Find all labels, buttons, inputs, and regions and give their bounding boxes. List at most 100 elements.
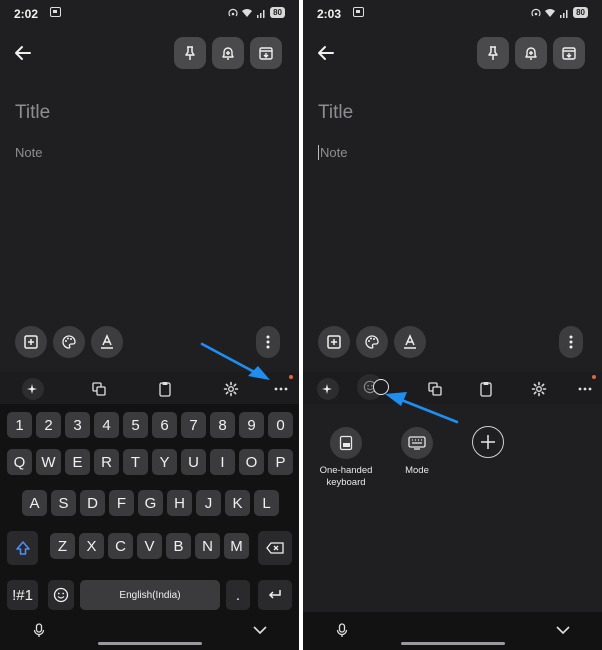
- number-key[interactable]: 6: [152, 412, 177, 438]
- reminder-button[interactable]: [515, 37, 547, 69]
- enter-key[interactable]: [258, 580, 292, 610]
- one-handed-keyboard-label: One-handed keyboard: [319, 465, 373, 488]
- number-key[interactable]: 8: [210, 412, 235, 438]
- clipboard-icon: [159, 382, 171, 397]
- letter-key[interactable]: D: [80, 490, 105, 516]
- notification-dot: [592, 375, 596, 379]
- number-key[interactable]: 9: [239, 412, 264, 438]
- text-format-button[interactable]: [394, 326, 426, 358]
- letter-key[interactable]: P: [268, 449, 293, 475]
- symbols-key[interactable]: !#1: [7, 580, 38, 610]
- letter-key[interactable]: I: [210, 449, 235, 475]
- chevron-down-icon[interactable]: [556, 626, 570, 635]
- navigation-bar: [303, 612, 602, 650]
- period-key[interactable]: .: [226, 580, 250, 610]
- number-key[interactable]: 1: [7, 412, 32, 438]
- settings-button[interactable]: [528, 378, 550, 400]
- shift-icon: [15, 541, 30, 555]
- letter-key[interactable]: Z: [50, 533, 75, 559]
- bell-plus-icon: [222, 47, 234, 60]
- battery-indicator: 80: [270, 7, 285, 18]
- screen-left: 2:02 80 Title Note !#1 English(India) . …: [0, 0, 299, 650]
- translate-icon: [92, 382, 106, 396]
- text-cursor: [318, 145, 319, 160]
- ai-sparkle-button[interactable]: [317, 378, 339, 400]
- number-key[interactable]: 2: [36, 412, 61, 438]
- add-box-button[interactable]: [318, 326, 350, 358]
- letter-key[interactable]: Y: [152, 449, 177, 475]
- letter-key[interactable]: R: [94, 449, 119, 475]
- note-field-container[interactable]: Note: [318, 145, 347, 160]
- one-handed-keyboard-icon: [330, 427, 362, 459]
- title-field[interactable]: Title: [318, 102, 353, 124]
- status-bar: 2:02 80: [0, 0, 299, 28]
- backspace-key[interactable]: [258, 531, 292, 565]
- letter-key[interactable]: L: [254, 490, 279, 516]
- battery-indicator: 80: [573, 7, 588, 18]
- letter-key[interactable]: X: [79, 533, 104, 559]
- microphone-icon[interactable]: [33, 623, 45, 638]
- letter-key[interactable]: B: [166, 533, 191, 559]
- letter-key[interactable]: T: [123, 449, 148, 475]
- letter-key[interactable]: F: [109, 490, 134, 516]
- text-format-button[interactable]: [91, 326, 123, 358]
- letter-key[interactable]: E: [65, 449, 90, 475]
- number-key[interactable]: 0: [268, 412, 293, 438]
- number-key[interactable]: 7: [181, 412, 206, 438]
- back-arrow-icon[interactable]: [12, 42, 34, 64]
- toolbar-more-button[interactable]: [270, 378, 292, 400]
- hotspot-icon: [228, 8, 238, 16]
- clipboard-button[interactable]: [475, 378, 497, 400]
- letter-key[interactable]: U: [181, 449, 206, 475]
- letter-key[interactable]: C: [108, 533, 133, 559]
- shift-key[interactable]: [7, 531, 38, 565]
- letter-key[interactable]: Q: [7, 449, 32, 475]
- letter-key[interactable]: V: [137, 533, 162, 559]
- more-options-button[interactable]: [559, 326, 583, 358]
- letter-key[interactable]: O: [239, 449, 264, 475]
- more-horiz-icon: [274, 387, 288, 391]
- letter-key[interactable]: S: [51, 490, 76, 516]
- letter-key[interactable]: W: [36, 449, 61, 475]
- gesture-handle[interactable]: [98, 642, 202, 645]
- clipboard-button[interactable]: [154, 378, 176, 400]
- palette-button[interactable]: [356, 326, 388, 358]
- mode-item[interactable]: Mode: [389, 427, 445, 477]
- annotation-arrow: [200, 342, 270, 380]
- archive-button[interactable]: [553, 37, 585, 69]
- microphone-icon[interactable]: [336, 623, 348, 638]
- letter-key[interactable]: N: [195, 533, 220, 559]
- text-format-icon: [404, 334, 416, 349]
- pin-button[interactable]: [174, 37, 206, 69]
- toolbar-more-button[interactable]: [574, 378, 596, 400]
- pin-button[interactable]: [477, 37, 509, 69]
- archive-button[interactable]: [250, 37, 282, 69]
- emoji-key[interactable]: [48, 580, 74, 610]
- navigation-bar: [0, 612, 299, 650]
- gesture-handle[interactable]: [401, 642, 505, 645]
- letter-key[interactable]: J: [196, 490, 221, 516]
- status-time: 2:03: [317, 7, 342, 21]
- number-key[interactable]: 3: [65, 412, 90, 438]
- reminder-button[interactable]: [212, 37, 244, 69]
- ai-sparkle-button[interactable]: [22, 378, 44, 400]
- translate-button[interactable]: [88, 378, 110, 400]
- palette-button[interactable]: [53, 326, 85, 358]
- chevron-down-icon[interactable]: [253, 626, 267, 635]
- letter-key[interactable]: K: [225, 490, 250, 516]
- sparkle-icon: [322, 384, 332, 394]
- one-handed-keyboard-item[interactable]: One-handed keyboard: [318, 427, 374, 489]
- add-box-button[interactable]: [15, 326, 47, 358]
- letter-key[interactable]: G: [138, 490, 163, 516]
- back-arrow-icon[interactable]: [315, 42, 337, 64]
- title-field[interactable]: Title: [15, 102, 50, 124]
- number-key[interactable]: 5: [123, 412, 148, 438]
- letter-key[interactable]: M: [224, 533, 249, 559]
- space-key[interactable]: English(India): [80, 580, 220, 610]
- mode-label: Mode: [405, 465, 429, 476]
- letter-key[interactable]: H: [167, 490, 192, 516]
- letter-key[interactable]: A: [22, 490, 47, 516]
- number-key[interactable]: 4: [94, 412, 119, 438]
- note-field[interactable]: Note: [15, 145, 42, 160]
- add-tool-button[interactable]: [472, 426, 504, 458]
